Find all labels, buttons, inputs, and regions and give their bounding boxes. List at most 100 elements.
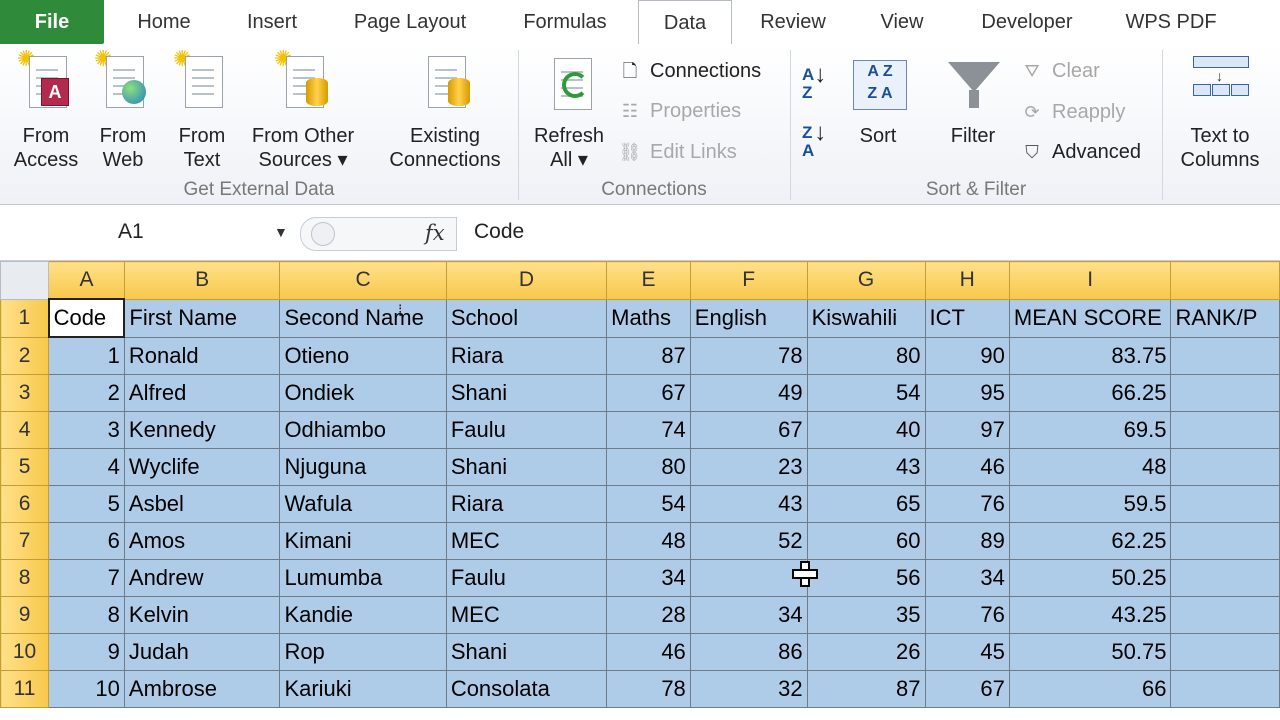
table-cell[interactable]: Kelvin <box>123 596 281 634</box>
table-cell[interactable]: 80 <box>806 336 926 375</box>
table-cell[interactable]: MEC <box>445 522 608 560</box>
column-header[interactable]: I <box>1008 261 1172 300</box>
table-cell[interactable]: 6 <box>48 522 125 560</box>
table-cell[interactable]: 49 <box>689 374 808 412</box>
table-cell[interactable]: 34 <box>689 596 808 634</box>
table-cell[interactable]: 67 <box>924 670 1010 708</box>
table-cell[interactable]: 97 <box>924 411 1010 449</box>
name-box[interactable]: A1 ▼ <box>0 215 296 249</box>
sort-button[interactable]: A ZZ A Sort <box>846 48 910 148</box>
row-header[interactable]: 6 <box>0 485 50 523</box>
column-header[interactable] <box>1170 261 1280 300</box>
table-cell[interactable]: Njuguna <box>279 448 447 486</box>
table-cell[interactable]: 26 <box>806 633 926 671</box>
table-cell[interactable]: Odhiambo <box>279 411 447 449</box>
table-cell[interactable]: 45 <box>924 633 1010 671</box>
advanced-filter-button[interactable]: ⛉ Advanced <box>1018 137 1141 167</box>
table-cell[interactable]: 76 <box>924 485 1010 523</box>
table-cell[interactable]: Riara <box>445 336 608 375</box>
formula-input[interactable]: Code <box>474 215 524 249</box>
table-cell[interactable] <box>689 559 808 597</box>
table-cell[interactable]: 89 <box>924 522 1010 560</box>
table-cell[interactable]: 54 <box>806 374 926 412</box>
column-header[interactable]: H <box>924 261 1010 300</box>
table-cell[interactable]: Alfred <box>123 374 281 412</box>
table-cell[interactable]: Shani <box>445 448 608 486</box>
table-cell[interactable]: 60 <box>806 522 926 560</box>
row-header[interactable]: 8 <box>0 559 50 597</box>
row-header[interactable]: 9 <box>0 596 50 634</box>
column-header[interactable]: A <box>48 261 125 300</box>
from-other-sources-button[interactable]: ✺ From Other Sources ▾ <box>244 48 362 172</box>
table-cell[interactable]: 67 <box>606 374 691 412</box>
tab-review[interactable]: Review <box>748 0 838 44</box>
column-header[interactable]: E <box>606 261 691 300</box>
table-cell[interactable]: 48 <box>606 522 691 560</box>
from-access-button[interactable]: ✺ A From Access <box>6 48 86 172</box>
table-cell[interactable]: 52 <box>689 522 808 560</box>
table-cell[interactable] <box>1170 485 1280 523</box>
table-cell[interactable]: 50.75 <box>1008 633 1172 671</box>
column-header[interactable]: G <box>806 261 926 300</box>
table-cell[interactable]: 1 <box>48 336 125 375</box>
table-cell[interactable]: 40 <box>806 411 926 449</box>
cell-a1[interactable]: Code <box>47 298 126 338</box>
table-cell[interactable]: Andrew <box>123 559 281 597</box>
table-cell[interactable]: 3 <box>48 411 125 449</box>
table-cell[interactable]: Amos <box>123 522 281 560</box>
table-cell[interactable]: School <box>445 298 608 338</box>
table-cell[interactable]: 34 <box>606 559 691 597</box>
table-cell[interactable]: Kiswahili <box>806 298 926 338</box>
table-cell[interactable]: Faulu <box>445 411 608 449</box>
insert-function-icon[interactable]: fx <box>425 218 445 248</box>
table-cell[interactable]: 7 <box>48 559 125 597</box>
table-cell[interactable]: English <box>689 298 808 338</box>
table-cell[interactable]: Kimani <box>279 522 447 560</box>
table-cell[interactable]: 78 <box>606 670 691 708</box>
table-cell[interactable]: 10 <box>48 670 125 708</box>
row-header[interactable]: 7 <box>0 522 50 560</box>
table-cell[interactable]: 43.25 <box>1008 596 1172 634</box>
table-cell[interactable]: Faulu <box>445 559 608 597</box>
table-cell[interactable]: 50.25 <box>1008 559 1172 597</box>
table-cell[interactable]: 95 <box>924 374 1010 412</box>
table-cell[interactable]: Otieno <box>279 336 447 375</box>
table-cell[interactable]: 43 <box>806 448 926 486</box>
table-cell[interactable]: Shani <box>445 374 608 412</box>
refresh-all-button[interactable]: Refresh All ▾ <box>528 48 610 172</box>
table-cell[interactable]: Ronald <box>123 336 281 375</box>
column-header[interactable]: D <box>445 261 608 300</box>
table-cell[interactable]: 43 <box>689 485 808 523</box>
tab-view[interactable]: View <box>864 0 940 44</box>
table-cell[interactable]: 56 <box>806 559 926 597</box>
sort-z-to-a-button[interactable]: Z A↓ <box>802 121 826 160</box>
table-cell[interactable]: 2 <box>48 374 125 412</box>
row-header[interactable]: 11 <box>0 670 50 708</box>
table-cell[interactable]: Judah <box>123 633 281 671</box>
column-header[interactable]: B <box>123 261 281 300</box>
tab-file[interactable]: File <box>0 0 104 44</box>
clear-filter-button[interactable]: ⛛ Clear <box>1018 56 1099 86</box>
table-cell[interactable]: Ondiek <box>279 374 447 412</box>
table-cell[interactable]: Asbel <box>123 485 281 523</box>
text-to-columns-button[interactable]: ↓ Text to Columns <box>1172 48 1268 172</box>
table-cell[interactable] <box>1170 633 1280 671</box>
table-cell[interactable]: Wyclife <box>123 448 281 486</box>
existing-connections-button[interactable]: Existing Connections <box>380 48 510 172</box>
table-cell[interactable]: 87 <box>606 336 691 375</box>
table-cell[interactable] <box>1170 522 1280 560</box>
table-cell[interactable] <box>1170 411 1280 449</box>
connections-button[interactable]: 🗋 Connections <box>616 56 761 86</box>
table-cell[interactable]: RANK/P <box>1170 298 1280 338</box>
table-cell[interactable]: Lumumba <box>279 559 447 597</box>
table-cell[interactable]: 35 <box>806 596 926 634</box>
table-cell[interactable]: Maths <box>606 298 691 338</box>
table-cell[interactable]: 9 <box>48 633 125 671</box>
row-header[interactable]: 2 <box>0 336 50 375</box>
column-header[interactable]: C <box>279 261 447 300</box>
table-cell[interactable] <box>1170 336 1280 375</box>
table-cell[interactable]: 67 <box>689 411 808 449</box>
table-cell[interactable]: 23 <box>689 448 808 486</box>
table-cell[interactable]: 69.5 <box>1008 411 1172 449</box>
sort-a-to-z-button[interactable]: A Z↓ <box>802 63 826 102</box>
